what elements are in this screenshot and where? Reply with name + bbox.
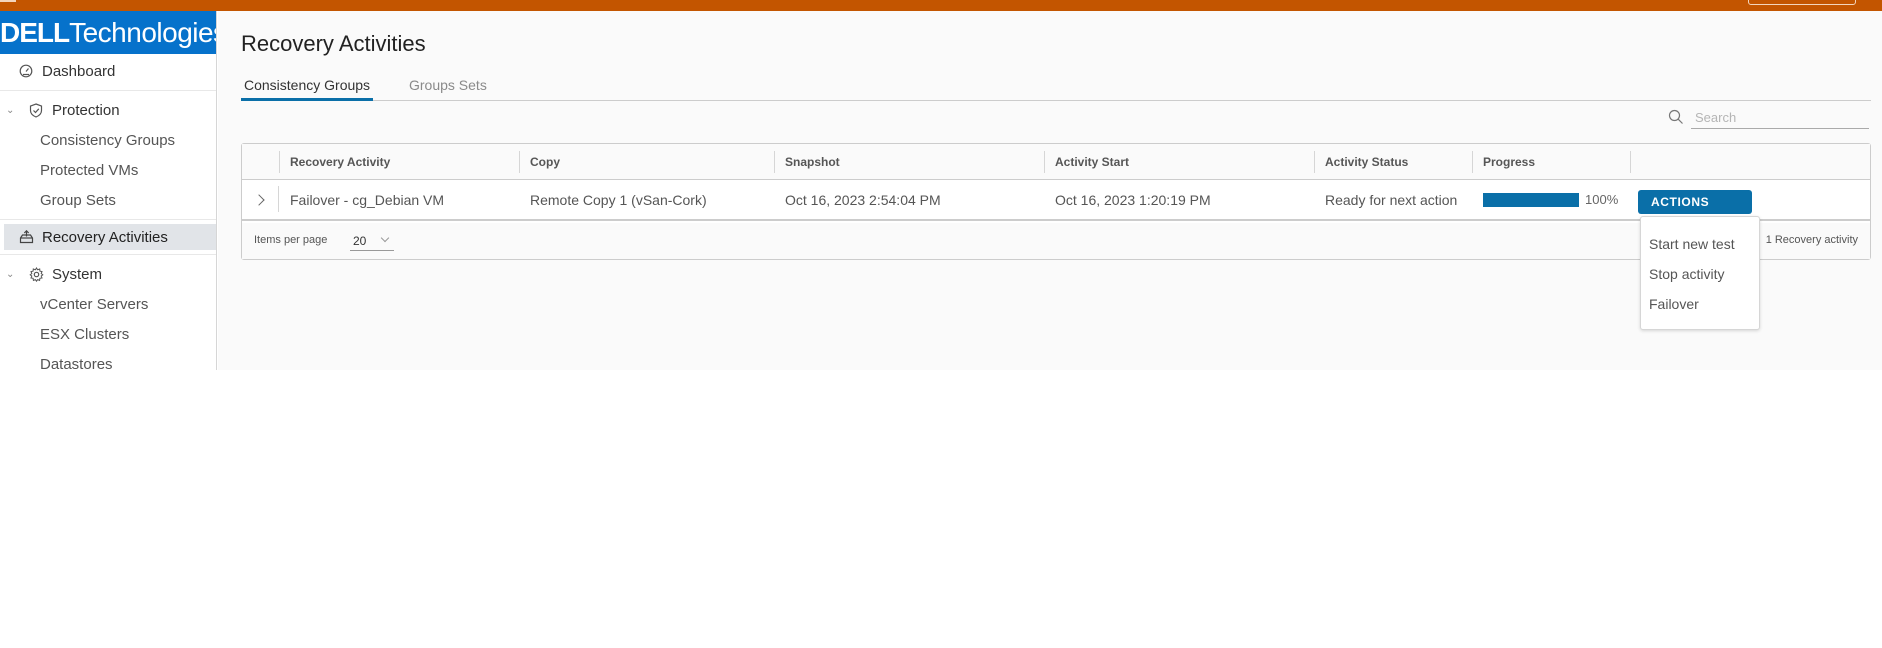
tab-groups-sets[interactable]: Groups Sets xyxy=(406,73,490,101)
logo-dell: DELL xyxy=(0,16,70,48)
logo-technologies: Technologies xyxy=(69,16,217,48)
column-header-actions xyxy=(1630,144,1870,180)
column-header-activity-start[interactable]: Activity Start xyxy=(1044,144,1314,180)
top-bar xyxy=(0,0,1882,11)
sidebar-item-label: Datastores xyxy=(40,355,113,371)
cell-activity-start: Oct 16, 2023 1:20:19 PM xyxy=(1055,191,1211,208)
menu-item-start-new-test[interactable]: Start new test xyxy=(1641,229,1759,259)
dashboard-gauge-icon xyxy=(18,63,34,79)
sidebar-item-label: Recovery Activities xyxy=(42,228,168,246)
main-content: Recovery Activities Consistency Groups G… xyxy=(218,11,1882,370)
top-bar-button[interactable] xyxy=(1748,0,1856,5)
divider xyxy=(0,254,216,255)
sidebar-item-vcenter-servers[interactable]: vCenter Servers xyxy=(0,289,216,319)
sidebar: DELL Technologies Dashboard ⌄ Protection … xyxy=(0,11,217,370)
menu-item-stop-activity[interactable]: Stop activity xyxy=(1641,259,1759,289)
sidebar-item-datastores[interactable]: Datastores xyxy=(0,349,216,371)
sidebar-item-esx-clusters[interactable]: ESX Clusters xyxy=(0,319,216,349)
cell-actions: ACTIONS xyxy=(1630,180,1752,219)
divider xyxy=(0,219,216,220)
tab-consistency-groups[interactable]: Consistency Groups xyxy=(241,73,374,101)
sidebar-group-label: System xyxy=(52,265,103,283)
table-row[interactable]: Failover - cg_Debian VM Remote Copy 1 (v… xyxy=(242,180,1870,221)
row-expand-button[interactable] xyxy=(242,180,279,219)
sidebar-item-label: Consistency Groups xyxy=(40,131,176,149)
column-header-recovery-activity[interactable]: Recovery Activity xyxy=(279,144,519,180)
progress-bar-fill xyxy=(1483,192,1579,207)
app-window: DELL Technologies Dashboard ⌄ Protection … xyxy=(0,0,1882,370)
sidebar-item-label: vCenter Servers xyxy=(40,295,149,313)
sidebar-item-label: ESX Clusters xyxy=(40,325,130,343)
top-bar-marker xyxy=(0,0,16,2)
recovery-activities-table: Recovery Activity Copy Snapshot Activity… xyxy=(241,143,1871,260)
cell-progress: 100% xyxy=(1472,180,1618,219)
cell-copy: Remote Copy 1 (vSan-Cork) xyxy=(530,191,707,208)
column-header-copy[interactable]: Copy xyxy=(519,144,774,180)
items-per-page-value: 20 xyxy=(353,234,367,248)
page-title: Recovery Activities xyxy=(241,31,426,56)
sidebar-item-label: Dashboard xyxy=(42,62,116,80)
shield-check-icon xyxy=(28,102,44,118)
sidebar-item-protected-vms[interactable]: Protected VMs xyxy=(0,155,216,185)
cell-activity-status: Ready for next action xyxy=(1325,191,1458,208)
column-header-activity-status[interactable]: Activity Status xyxy=(1314,144,1472,180)
sidebar-group-label: Protection xyxy=(52,101,120,119)
chevron-right-icon xyxy=(253,193,265,206)
menu-item-failover[interactable]: Failover xyxy=(1641,289,1759,319)
sidebar-group-system[interactable]: ⌄ System xyxy=(0,259,216,289)
actions-button[interactable]: ACTIONS xyxy=(1638,189,1752,214)
sidebar-item-consistency-groups[interactable]: Consistency Groups xyxy=(0,125,216,155)
sidebar-group-protection[interactable]: ⌄ Protection xyxy=(0,95,216,125)
sidebar-item-label: Protected VMs xyxy=(40,161,139,179)
items-per-page-select[interactable]: 20 xyxy=(350,231,394,251)
table-header: Recovery Activity Copy Snapshot Activity… xyxy=(242,144,1870,180)
tab-bar: Consistency Groups Groups Sets xyxy=(241,73,1871,101)
gear-icon xyxy=(28,266,44,282)
search-box xyxy=(1668,107,1870,131)
sidebar-item-dashboard[interactable]: Dashboard xyxy=(0,56,216,86)
cell-recovery-activity: Failover - cg_Debian VM xyxy=(290,191,445,208)
column-header-progress[interactable]: Progress xyxy=(1472,144,1630,180)
progress-bar xyxy=(1483,192,1579,207)
search-icon xyxy=(1668,109,1684,125)
table-footer: Items per page 20 1 Recovery activity xyxy=(242,223,1870,259)
actions-dropdown-menu: Start new test Stop activity Failover xyxy=(1640,216,1760,330)
dell-technologies-logo: DELL Technologies xyxy=(0,11,216,54)
cell-snapshot: Oct 16, 2023 2:54:04 PM xyxy=(785,191,941,208)
record-count: 1 Recovery activity xyxy=(1765,234,1858,246)
chevron-down-icon[interactable]: ⌄ xyxy=(6,105,18,116)
items-per-page-label: Items per page xyxy=(254,234,328,246)
chevron-down-icon[interactable]: ⌄ xyxy=(6,269,18,280)
column-header-snapshot[interactable]: Snapshot xyxy=(774,144,1044,180)
recovery-tray-icon xyxy=(18,229,34,245)
sidebar-item-label: Group Sets xyxy=(40,191,116,209)
search-input[interactable] xyxy=(1691,107,1869,129)
sidebar-item-group-sets[interactable]: Group Sets xyxy=(0,185,216,215)
divider xyxy=(0,90,216,91)
progress-percent: 100% xyxy=(1585,192,1619,207)
chevron-down-icon xyxy=(380,233,390,243)
sidebar-item-recovery-activities[interactable]: Recovery Activities xyxy=(4,224,216,250)
